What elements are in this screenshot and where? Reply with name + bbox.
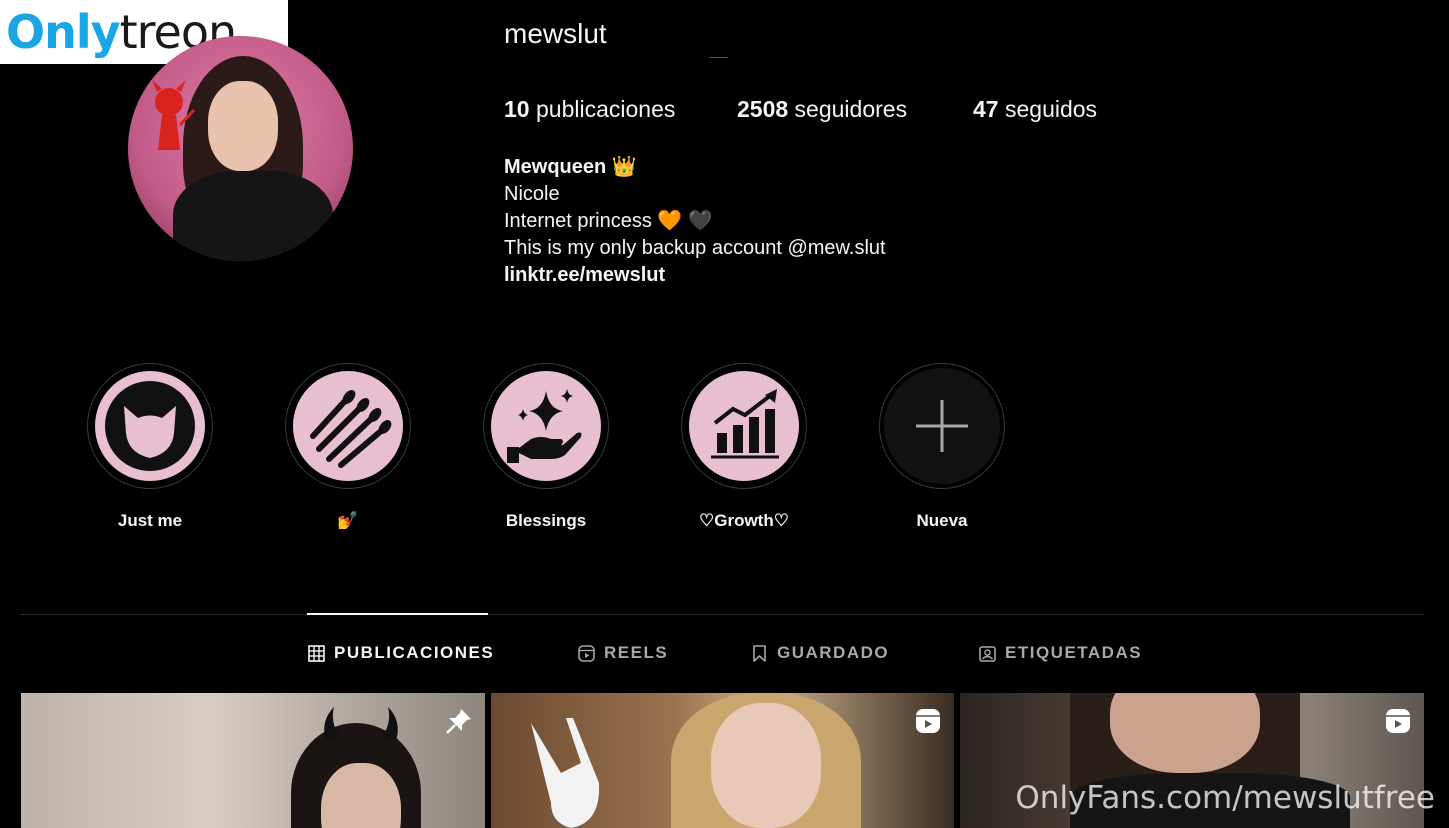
- plus-icon: [916, 400, 968, 452]
- tabs-divider: [20, 614, 1424, 615]
- profile-username: mewslut: [504, 18, 607, 49]
- bio-line: Nicole: [504, 183, 560, 205]
- highlight-label: Just me: [117, 511, 183, 530]
- highlight-cover: [290, 368, 406, 484]
- tab-label: ETIQUETADAS: [1005, 643, 1143, 662]
- followers-label: seguidores: [788, 96, 908, 122]
- highlight-ring: [483, 363, 609, 489]
- tab-reels[interactable]: REELS: [578, 643, 668, 663]
- pin-icon: [446, 709, 471, 734]
- peace-hand-icon: [531, 718, 600, 828]
- username-underline: [710, 57, 728, 58]
- tab-guardado[interactable]: GUARDADO: [751, 643, 889, 663]
- bio-link[interactable]: linktr.ee/mewslut: [504, 262, 886, 289]
- following-stat[interactable]: 47 seguidos: [973, 96, 1097, 123]
- followers-stat[interactable]: 2508 seguidores: [737, 96, 907, 123]
- highlight-label: Nueva: [916, 511, 968, 530]
- profile-avatar[interactable]: [128, 36, 353, 261]
- bio-display-name: Mewqueen 👑: [504, 156, 637, 178]
- highlight-cover: [686, 368, 802, 484]
- bio-line: This is my only backup account @mew.slut: [504, 237, 886, 259]
- following-label: seguidos: [998, 96, 1098, 122]
- highlight-label: Blessings: [505, 511, 587, 530]
- logo-part-only: Only: [6, 5, 121, 59]
- highlight-cover: [488, 368, 604, 484]
- profile-bio: Mewqueen 👑 Nicole Internet princess 🧡 🖤 …: [504, 154, 886, 289]
- highlight-label: 💅: [337, 511, 359, 530]
- followers-count: 2508: [737, 96, 789, 122]
- bookmark-icon: [753, 644, 766, 662]
- avatar-face: [208, 81, 278, 171]
- reels-icon: [578, 644, 595, 662]
- highlight-cover: [884, 368, 1000, 484]
- posts-count: 10: [504, 96, 530, 122]
- post-thumbnail[interactable]: [491, 693, 954, 828]
- devil-horns-icon: [324, 707, 398, 741]
- tab-label: GUARDADO: [777, 643, 890, 662]
- sparkle-hand-icon: [507, 389, 582, 463]
- post-thumbnail[interactable]: [21, 693, 485, 828]
- tab-label: PUBLICACIONES: [334, 643, 495, 662]
- reel-icon: [1386, 709, 1410, 733]
- reel-icon: [916, 709, 940, 733]
- active-tab-indicator: [307, 613, 488, 615]
- highlight-ring: [879, 363, 1005, 489]
- highlight-ring: [285, 363, 411, 489]
- highlight-new[interactable]: Nueva: [879, 363, 1005, 531]
- highlight-growth[interactable]: ♡Growth♡: [681, 363, 807, 531]
- tab-label: REELS: [604, 643, 669, 662]
- posts-label: publicaciones: [529, 96, 676, 122]
- grid-icon: [308, 644, 325, 662]
- watermark-text: OnlyFans.com/mewslutfree: [1015, 780, 1435, 816]
- devil-sticker-icon: [152, 80, 196, 150]
- posts-stat: 10 publicaciones: [504, 96, 675, 123]
- highlight-label: ♡Growth♡: [699, 511, 789, 530]
- highlight-nails[interactable]: 💅: [285, 363, 411, 531]
- highlight-blessings[interactable]: Blessings: [483, 363, 609, 531]
- tab-etiquetadas[interactable]: ETIQUETADAS: [979, 643, 1142, 663]
- highlight-cover: [92, 368, 208, 484]
- nails-icon: [310, 390, 392, 468]
- highlight-ring: [681, 363, 807, 489]
- post-face: [711, 703, 821, 828]
- bio-line: Internet princess 🧡 🖤: [504, 210, 713, 232]
- tagged-icon: [979, 645, 996, 662]
- avatar-shirt: [173, 171, 333, 261]
- following-count: 47: [973, 96, 999, 122]
- growth-chart-icon: [711, 389, 779, 459]
- highlight-just-me[interactable]: Just me: [87, 363, 213, 531]
- tab-publicaciones[interactable]: PUBLICACIONES: [308, 643, 494, 663]
- cat-icon: [105, 381, 195, 471]
- highlight-ring: [87, 363, 213, 489]
